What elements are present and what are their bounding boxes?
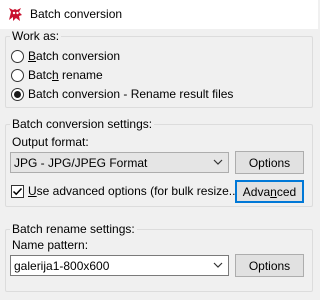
check-icon	[12, 187, 23, 195]
name-pattern-combobox[interactable]: galerija1-800x600	[10, 255, 229, 276]
chevron-down-icon	[213, 159, 223, 165]
advanced-button-label: Advanced	[242, 184, 297, 199]
radio-button[interactable]	[11, 68, 24, 82]
rename-settings-label: Batch rename settings:	[10, 222, 137, 236]
irfanview-cat-icon	[9, 8, 22, 21]
chevron-down-icon[interactable]	[212, 259, 224, 271]
work-as-label: Work as:	[10, 29, 62, 43]
radio-batch-conversion[interactable]: Batch conversion	[11, 49, 120, 63]
radio-label: Batch conversion - Rename result files	[28, 87, 234, 101]
output-format-label: Output format:	[12, 135, 89, 149]
output-format-value: JPG - JPG/JPEG Format	[14, 156, 148, 170]
advanced-options-label: Use advanced options (for bulk resize...…	[28, 184, 243, 198]
radio-button-selected[interactable]	[11, 87, 24, 101]
radio-batch-conversion-rename[interactable]: Batch conversion - Rename result files	[11, 87, 233, 101]
advanced-button[interactable]: Advanced	[235, 180, 304, 203]
rename-options-button[interactable]: Options	[235, 254, 304, 277]
conversion-settings-label: Batch conversion settings:	[10, 117, 155, 131]
title-bar: Batch conversion	[0, 0, 318, 29]
radio-button[interactable]	[11, 49, 24, 63]
advanced-options-checkbox[interactable]	[11, 184, 24, 198]
radio-label: Batch rename	[28, 68, 103, 82]
advanced-options-checkbox-row[interactable]: Use advanced options (for bulk resize...…	[11, 184, 243, 198]
name-pattern-label: Name pattern:	[12, 238, 89, 252]
name-pattern-value[interactable]: galerija1-800x600	[14, 259, 109, 273]
radio-label: Batch conversion	[28, 49, 121, 63]
output-format-dropdown[interactable]: JPG - JPG/JPEG Format	[10, 152, 229, 173]
radio-batch-rename[interactable]: Batch rename	[11, 68, 103, 82]
output-options-button[interactable]: Options	[235, 151, 304, 174]
window-title: Batch conversion	[30, 7, 123, 21]
